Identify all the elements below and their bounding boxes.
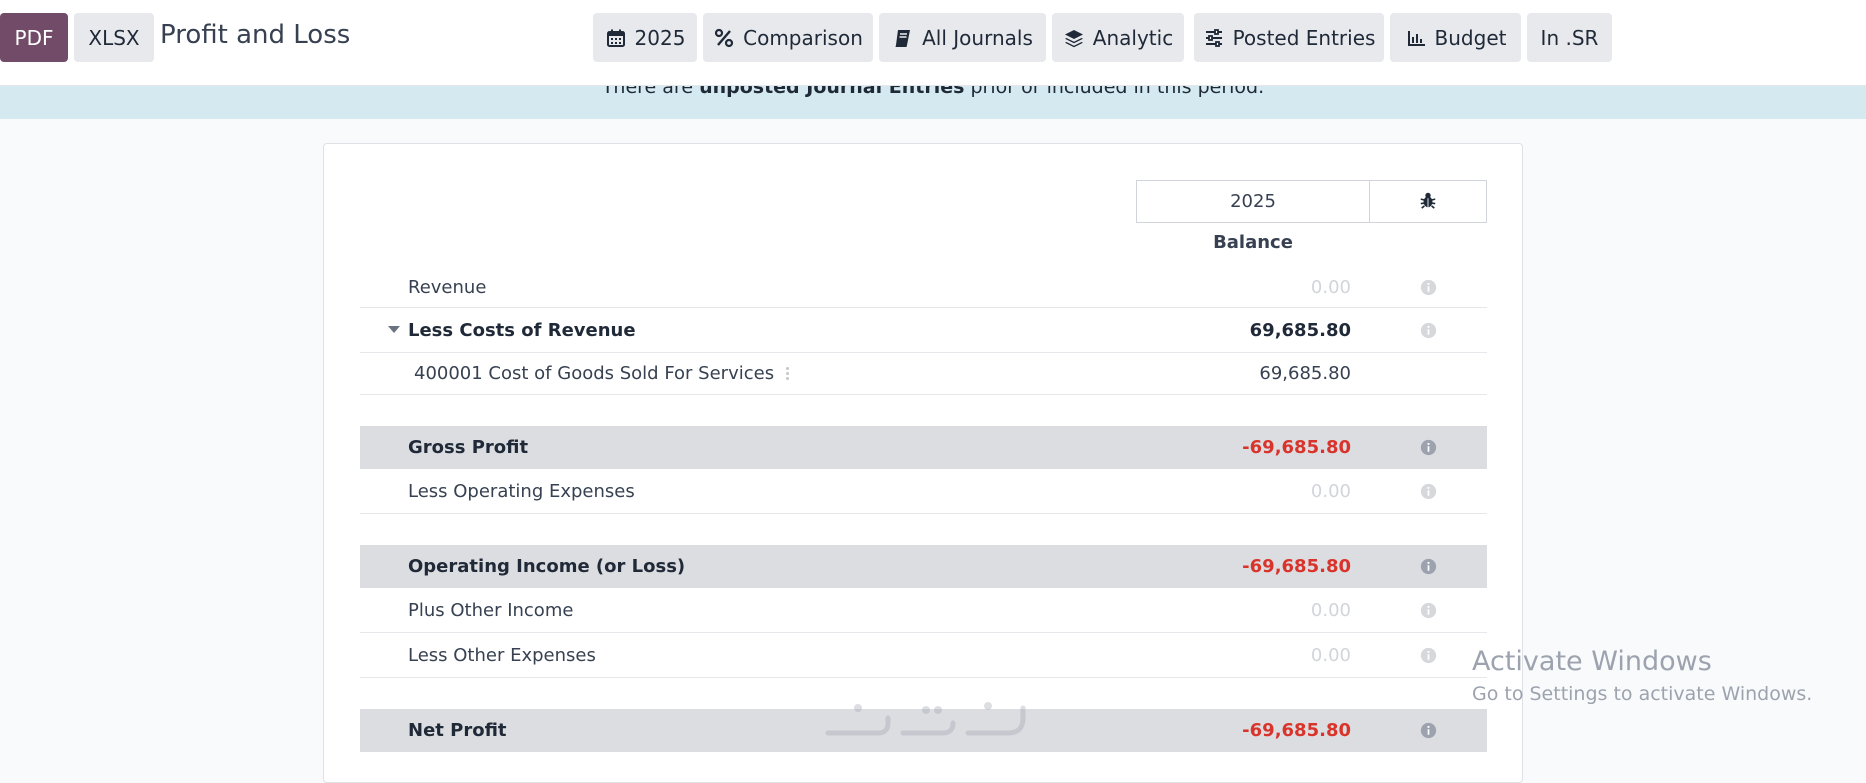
page-title: Profit and Loss: [160, 20, 350, 50]
report-line-other-expenses[interactable]: Less Other Expenses 0.00: [360, 633, 1487, 678]
line-value: 0.00: [1311, 268, 1351, 307]
info-icon[interactable]: [1419, 588, 1437, 632]
posted-entries-label: Posted Entries: [1233, 26, 1376, 50]
line-label: Operating Income (or Loss): [408, 545, 685, 588]
budget-button[interactable]: Budget: [1390, 13, 1521, 62]
debug-column-button[interactable]: [1369, 180, 1487, 223]
line-value: -69,685.80: [1242, 545, 1351, 588]
banner-prefix: There are: [602, 86, 693, 98]
journals-button[interactable]: All Journals: [879, 13, 1046, 62]
journals-label: All Journals: [922, 26, 1033, 50]
unposted-entries-link[interactable]: unposted Journal Entries: [699, 86, 964, 98]
line-label: Revenue: [408, 268, 486, 307]
analytic-label: Analytic: [1093, 26, 1173, 50]
line-value: 69,685.80: [1250, 308, 1351, 352]
banner-suffix: prior or included in this period.: [970, 86, 1264, 98]
date-filter-label: 2025: [635, 26, 686, 50]
line-label: Gross Profit: [408, 426, 528, 469]
report-line-other-income[interactable]: Plus Other Income 0.00: [360, 588, 1487, 633]
info-icon[interactable]: [1419, 308, 1437, 352]
layers-icon: [1063, 27, 1085, 49]
posted-entries-button[interactable]: Posted Entries: [1194, 13, 1384, 62]
line-label: Plus Other Income: [408, 588, 573, 632]
activate-subtitle: Go to Settings to activate Windows.: [1472, 683, 1812, 705]
info-icon[interactable]: [1419, 469, 1437, 513]
caret-down-icon[interactable]: [387, 308, 401, 352]
line-value: 0.00: [1311, 633, 1351, 677]
book-icon: [892, 27, 914, 49]
line-label: Less Costs of Revenue: [408, 308, 636, 352]
line-value: 0.00: [1311, 588, 1351, 632]
info-icon[interactable]: [1419, 709, 1437, 752]
line-value: 0.00: [1311, 469, 1351, 513]
info-icon[interactable]: [1419, 426, 1437, 469]
line-label: Net Profit: [408, 709, 507, 752]
sliders-icon: [1203, 27, 1225, 49]
unposted-entries-banner: There are unposted Journal Entries prior…: [0, 86, 1866, 119]
kebab-menu-icon[interactable]: [786, 367, 789, 380]
line-label: Less Other Expenses: [408, 633, 596, 677]
bug-icon: [1419, 191, 1437, 213]
column-header-balance: Balance: [1136, 232, 1370, 253]
line-label: 400001 Cost of Goods Sold For Services: [414, 353, 789, 394]
report-line-revenue[interactable]: Revenue 0.00: [360, 268, 1487, 308]
date-filter-button[interactable]: 2025: [593, 13, 697, 62]
report-line-operating-income[interactable]: Operating Income (or Loss) -69,685.80: [360, 545, 1487, 588]
banner-text: There are unposted Journal Entries prior…: [0, 86, 1866, 98]
column-header-year: 2025: [1136, 180, 1370, 223]
budget-label: Budget: [1435, 26, 1507, 50]
info-icon[interactable]: [1419, 633, 1437, 677]
line-label: Less Operating Expenses: [408, 469, 635, 513]
line-value: -69,685.80: [1242, 426, 1351, 469]
info-icon[interactable]: [1419, 268, 1437, 307]
activate-title: Activate Windows: [1472, 646, 1812, 677]
xlsx-button[interactable]: XLSX: [74, 13, 154, 62]
comparison-button[interactable]: Comparison: [703, 13, 873, 62]
comparison-label: Comparison: [743, 26, 863, 50]
bar-chart-icon: [1405, 27, 1427, 49]
info-icon[interactable]: [1419, 545, 1437, 588]
report-line-gross-profit[interactable]: Gross Profit -69,685.80: [360, 426, 1487, 469]
report-line-account-400001[interactable]: 400001 Cost of Goods Sold For Services 6…: [360, 353, 1487, 395]
line-value: -69,685.80: [1242, 709, 1351, 752]
watermark-logo: [818, 688, 1048, 748]
report-line-operating-expenses[interactable]: Less Operating Expenses 0.00: [360, 469, 1487, 514]
calendar-icon: [605, 27, 627, 49]
report-line-costs-of-revenue[interactable]: Less Costs of Revenue 69,685.80: [360, 308, 1487, 353]
line-value: 69,685.80: [1259, 353, 1351, 394]
analytic-button[interactable]: Analytic: [1052, 13, 1184, 62]
control-panel: PDF XLSX Profit and Loss 2025 Comparison…: [0, 0, 1866, 86]
percent-icon: [713, 27, 735, 49]
account-label: 400001 Cost of Goods Sold For Services: [414, 363, 774, 384]
currency-button[interactable]: In .SR: [1527, 13, 1612, 62]
activate-windows-overlay: Activate Windows Go to Settings to activ…: [1472, 646, 1812, 705]
pdf-button[interactable]: PDF: [0, 13, 68, 62]
